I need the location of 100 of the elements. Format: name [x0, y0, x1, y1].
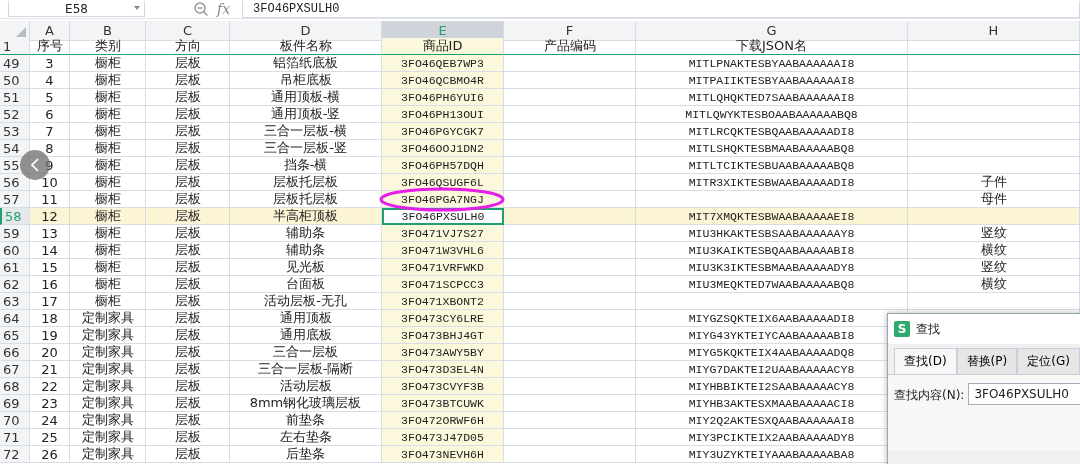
row-header[interactable]: 59 — [0, 225, 30, 242]
table-cell: 通用顶板 — [230, 310, 382, 327]
row-header[interactable]: 50 — [0, 72, 30, 89]
table-cell: 橱柜 — [70, 140, 146, 157]
table-cell: 层板 — [146, 446, 230, 463]
table-cell: 类别 — [70, 38, 146, 55]
row-header[interactable]: 62 — [0, 276, 30, 293]
table-cell: 层板托层板 — [230, 174, 382, 191]
row-header[interactable]: 71 — [0, 429, 30, 446]
row-header[interactable]: 72 — [0, 446, 30, 463]
table-cell: 台面板 — [230, 276, 382, 293]
table-cell: 5 — [30, 89, 70, 106]
table-cell: MITLQWYKTESBOAABAAAAAABQ8 — [636, 106, 908, 123]
table-cell: 橱柜 — [70, 259, 146, 276]
table-cell: 橱柜 — [70, 174, 146, 191]
row-header[interactable]: 54 — [0, 140, 30, 157]
table-cell: 3FO473CVYF3B — [382, 378, 504, 395]
table-cell: 3FO471XBONT2 — [382, 293, 504, 310]
row-header[interactable]: 64 — [0, 310, 30, 327]
table-cell: 24 — [30, 412, 70, 429]
table-cell: 三合一层板-隔断 — [230, 361, 382, 378]
table-cell: 14 — [30, 242, 70, 259]
table-cell: 21 — [30, 361, 70, 378]
table-cell: 层板 — [146, 242, 230, 259]
table-cell: 通用顶板-横 — [230, 89, 382, 106]
table-cell: 定制家具 — [70, 446, 146, 463]
table-cell: MITLRCQKTESBQAABAAAAADI8 — [636, 123, 908, 140]
table-cell: 横纹 — [908, 242, 1080, 259]
table-cell: 层板 — [146, 293, 230, 310]
table-cell: MIU3HKAKTESBSAABAAAAAAY8 — [636, 225, 908, 242]
table-cell: 层板 — [146, 123, 230, 140]
table-cell: 定制家具 — [70, 344, 146, 361]
row-header[interactable]: 51 — [0, 89, 30, 106]
table-cell: 橱柜 — [70, 242, 146, 259]
table-cell: 13 — [30, 225, 70, 242]
zoom-icon[interactable] — [193, 1, 209, 17]
table-cell: 定制家具 — [70, 327, 146, 344]
table-cell: 定制家具 — [70, 412, 146, 429]
row-header[interactable]: 49 — [0, 55, 30, 72]
formula-field[interactable]: 3FO46PXSULH0 — [242, 0, 1080, 18]
dialog-tab[interactable]: 定位(G) — [1017, 348, 1080, 374]
table-cell: 8mm钢化玻璃层板 — [230, 395, 382, 412]
table-cell: 17 — [30, 293, 70, 310]
table-cell: 橱柜 — [70, 293, 146, 310]
table-cell: 层板 — [146, 72, 230, 89]
find-input-field[interactable]: 3FO46PXSULH0 — [968, 383, 1080, 405]
table-cell: 26 — [30, 446, 70, 463]
function-label[interactable]: fx — [217, 1, 231, 17]
table-cell: 层板 — [146, 157, 230, 174]
table-cell: 方向 — [146, 38, 230, 55]
chevron-left-icon — [31, 158, 39, 172]
name-box[interactable]: E58 — [8, 1, 145, 17]
table-cell: 三合一层板-横 — [230, 123, 382, 140]
row-header[interactable]: 69 — [0, 395, 30, 412]
table-cell: 3FO471VJ7S27 — [382, 225, 504, 242]
table-cell: 辅助条 — [230, 242, 382, 259]
table-cell: MIT7XMQKTESBWAABAAAAAEI8 — [636, 208, 908, 225]
table-cell: 左右垫条 — [230, 429, 382, 446]
row-header[interactable]: 63 — [0, 293, 30, 310]
table-cell: 通用底板 — [230, 327, 382, 344]
table-cell: 活动层板-无孔 — [230, 293, 382, 310]
table-cell: 层板 — [146, 259, 230, 276]
table-cell: MITLSHQKTESBMAABAAAAABQ8 — [636, 140, 908, 157]
table-cell: 层板 — [146, 310, 230, 327]
row-header[interactable]: 56 — [0, 174, 30, 191]
row-header[interactable]: 1 — [0, 38, 30, 55]
table-cell: 后垫条 — [230, 446, 382, 463]
row-header[interactable]: 52 — [0, 106, 30, 123]
table-cell: 层板 — [146, 140, 230, 157]
table-cell: 层板 — [146, 208, 230, 225]
table-cell: 3FO46PGYCGK7 — [382, 123, 504, 140]
table-cell: MITLPNAKTESBYAABAAAAAAI8 — [636, 55, 908, 72]
table-cell: 层板 — [146, 174, 230, 191]
table-cell: 定制家具 — [70, 395, 146, 412]
table-cell: MITLQHQKTED7SAABAAAAAAI8 — [636, 89, 908, 106]
table-cell: 定制家具 — [70, 429, 146, 446]
table-cell: 3 — [30, 55, 70, 72]
table-cell: 19 — [30, 327, 70, 344]
table-cell: 板件名称 — [230, 38, 382, 55]
row-header[interactable]: 65 — [0, 327, 30, 344]
row-header[interactable]: 61 — [0, 259, 30, 276]
column-header[interactable]: H — [908, 21, 1080, 41]
caret-icon — [134, 6, 140, 10]
row-header[interactable]: 68 — [0, 378, 30, 395]
table-cell: 挡条-横 — [230, 157, 382, 174]
row-header[interactable]: 66 — [0, 344, 30, 361]
table-cell: MIU3K3IKTESBMAABAAAAADY8 — [636, 259, 908, 276]
dialog-tab[interactable]: 替换(P) — [956, 348, 1018, 374]
table-cell: MITR3XIKTESBWAABAAAAADI8 — [636, 174, 908, 191]
row-header[interactable]: 53 — [0, 123, 30, 140]
table-cell: 3FO46QCBMO4R — [382, 72, 504, 89]
table-cell: 16 — [30, 276, 70, 293]
table-cell: 橱柜 — [70, 225, 146, 242]
row-header[interactable]: 70 — [0, 412, 30, 429]
row-header[interactable]: 60 — [0, 242, 30, 259]
table-cell: 通用顶板-竖 — [230, 106, 382, 123]
row-header[interactable]: 57 — [0, 191, 30, 208]
table-cell: 23 — [30, 395, 70, 412]
row-header[interactable]: 67 — [0, 361, 30, 378]
table-cell: 层板 — [146, 55, 230, 72]
